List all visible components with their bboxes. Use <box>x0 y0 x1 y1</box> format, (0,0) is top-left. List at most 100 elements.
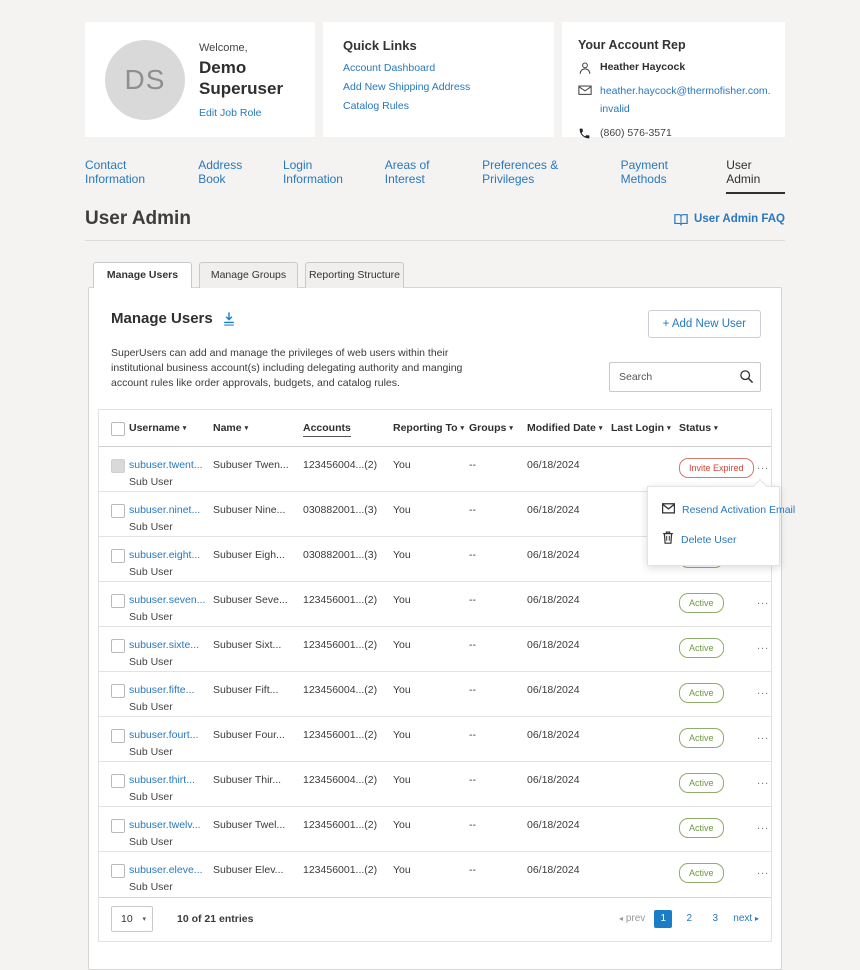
last-login-cell <box>611 762 679 773</box>
menu-item-label: Delete User <box>681 534 736 546</box>
manage-users-description: SuperUsers can add and manage the privil… <box>111 346 496 392</box>
sort-arrow-icon: ▾ <box>714 425 718 432</box>
column-header-username[interactable]: Username▾ <box>129 410 213 446</box>
column-header-name[interactable]: Name▾ <box>213 410 303 446</box>
username-link[interactable]: subuser.eleve... <box>129 863 205 877</box>
reporting-to-cell: You <box>393 762 469 787</box>
status-cell: Active <box>679 672 757 703</box>
row-actions-icon[interactable]: ... <box>757 672 771 697</box>
username-link[interactable]: subuser.twelv... <box>129 818 205 832</box>
row-actions-icon[interactable]: ... <box>757 852 771 877</box>
row-actions-icon[interactable]: ... <box>757 582 771 607</box>
page-button-3[interactable]: 3 <box>706 910 724 928</box>
quick-link[interactable]: Account Dashboard <box>343 62 554 74</box>
last-login-cell <box>611 717 679 728</box>
column-header-accounts[interactable]: Accounts <box>303 410 393 446</box>
row-actions-icon[interactable]: ... <box>757 447 771 472</box>
table-row: subuser.fifte...Sub UserSubuser Fift...1… <box>99 672 771 717</box>
trash-icon <box>662 531 674 549</box>
username-link[interactable]: subuser.sixte... <box>129 638 205 652</box>
column-header-groups[interactable]: Groups▾ <box>469 410 527 446</box>
row-checkbox[interactable] <box>111 504 125 518</box>
row-actions-icon[interactable]: ... <box>757 762 771 787</box>
accounts-cell: 123456004...(2) <box>303 447 393 472</box>
row-checkbox-cell <box>99 672 129 698</box>
reporting-to-cell: You <box>393 672 469 697</box>
row-checkbox[interactable] <box>111 639 125 653</box>
rep-email-link[interactable]: heather.haycock@thermofisher.com.invalid <box>600 83 771 119</box>
page-button-1[interactable]: 1 <box>654 910 672 928</box>
header-checkbox-cell <box>99 410 129 436</box>
username-link[interactable]: subuser.twent... <box>129 458 205 472</box>
row-checkbox-cell <box>99 852 129 878</box>
account-rep-card: Your Account Rep Heather Haycock heather… <box>562 22 785 137</box>
accounts-cell: 123456004...(2) <box>303 672 393 697</box>
column-header-status[interactable]: Status▾ <box>679 410 757 446</box>
name-cell: Subuser Four... <box>213 717 303 742</box>
user-type-label: Sub User <box>129 790 205 804</box>
username-cell: subuser.sixte...Sub User <box>129 627 213 669</box>
nav-tab-areas-of-interest[interactable]: Areas of Interest <box>385 158 468 194</box>
quick-link[interactable]: Catalog Rules <box>343 100 554 112</box>
accounts-cell: 123456001...(2) <box>303 627 393 652</box>
nav-tab-payment-methods[interactable]: Payment Methods <box>621 158 713 194</box>
column-header-reporting-to[interactable]: Reporting To▾ <box>393 410 469 446</box>
username-link[interactable]: subuser.fifte... <box>129 683 205 697</box>
groups-cell: -- <box>469 582 527 607</box>
quick-link[interactable]: Add New Shipping Address <box>343 81 554 93</box>
status-badge: Active <box>679 638 724 658</box>
row-checkbox-cell <box>99 492 129 518</box>
tab-manage-users[interactable]: Manage Users <box>93 262 192 288</box>
page-size-select[interactable]: 10 ▾ <box>111 906 153 932</box>
row-checkbox[interactable] <box>111 684 125 698</box>
tab-reporting-structure[interactable]: Reporting Structure <box>305 262 404 288</box>
username-link[interactable]: subuser.thirt... <box>129 773 205 787</box>
row-checkbox[interactable] <box>111 594 125 608</box>
edit-job-role-link[interactable]: Edit Job Role <box>199 107 261 119</box>
username-cell: subuser.twelv...Sub User <box>129 807 213 849</box>
row-actions-menu: Resend Activation Email Delete User <box>647 486 780 566</box>
row-checkbox[interactable] <box>111 819 125 833</box>
tab-manage-groups[interactable]: Manage Groups <box>199 262 298 288</box>
row-checkbox[interactable] <box>111 549 125 563</box>
row-checkbox-cell <box>99 762 129 788</box>
username-link[interactable]: subuser.eight... <box>129 548 205 562</box>
prev-page-button[interactable]: ◂ prev <box>619 913 645 924</box>
search-icon[interactable] <box>739 369 754 389</box>
nav-tab-preferences-privileges[interactable]: Preferences & Privileges <box>482 158 606 194</box>
row-actions-icon[interactable]: ... <box>757 717 771 742</box>
menu-item-delete-user[interactable]: Delete User <box>662 531 779 549</box>
column-header-modified-date[interactable]: Modified Date▾ <box>527 410 611 446</box>
add-new-user-button[interactable]: + Add New User <box>648 310 761 338</box>
nav-tab-user-admin[interactable]: User Admin <box>726 158 785 194</box>
nav-tab-address-book[interactable]: Address Book <box>198 158 269 194</box>
name-cell: Subuser Nine... <box>213 492 303 517</box>
column-header-last-login[interactable]: Last Login▾ <box>611 410 679 446</box>
username-link[interactable]: subuser.fourt... <box>129 728 205 742</box>
user-admin-faq-link[interactable]: User Admin FAQ <box>674 213 785 226</box>
nav-tab-contact-information[interactable]: Contact Information <box>85 158 184 194</box>
menu-item-resend-activation-email[interactable]: Resend Activation Email <box>662 501 779 519</box>
nav-tab-login-information[interactable]: Login Information <box>283 158 371 194</box>
groups-cell: -- <box>469 537 527 562</box>
row-checkbox[interactable] <box>111 864 125 878</box>
sort-arrow-icon: ▾ <box>509 425 513 432</box>
row-actions-icon[interactable]: ... <box>757 807 771 832</box>
next-page-button[interactable]: next ▸ <box>733 913 759 924</box>
status-cell: Active <box>679 627 757 658</box>
username-link[interactable]: subuser.seven... <box>129 593 205 607</box>
row-actions-icon[interactable]: ... <box>757 627 771 652</box>
username-link[interactable]: subuser.ninet... <box>129 503 205 517</box>
envelope-icon <box>662 501 675 519</box>
row-checkbox[interactable] <box>111 729 125 743</box>
reporting-to-cell: You <box>393 537 469 562</box>
download-icon[interactable] <box>222 311 236 326</box>
status-badge: Invite Expired <box>679 458 754 478</box>
last-login-cell <box>611 807 679 818</box>
row-checkbox[interactable] <box>111 774 125 788</box>
page-button-2[interactable]: 2 <box>680 910 698 928</box>
username-cell: subuser.eight...Sub User <box>129 537 213 579</box>
select-all-checkbox[interactable] <box>111 422 125 436</box>
status-cell: Active <box>679 762 757 793</box>
profile-card: DS Welcome, Demo Superuser Edit Job Role <box>85 22 315 137</box>
